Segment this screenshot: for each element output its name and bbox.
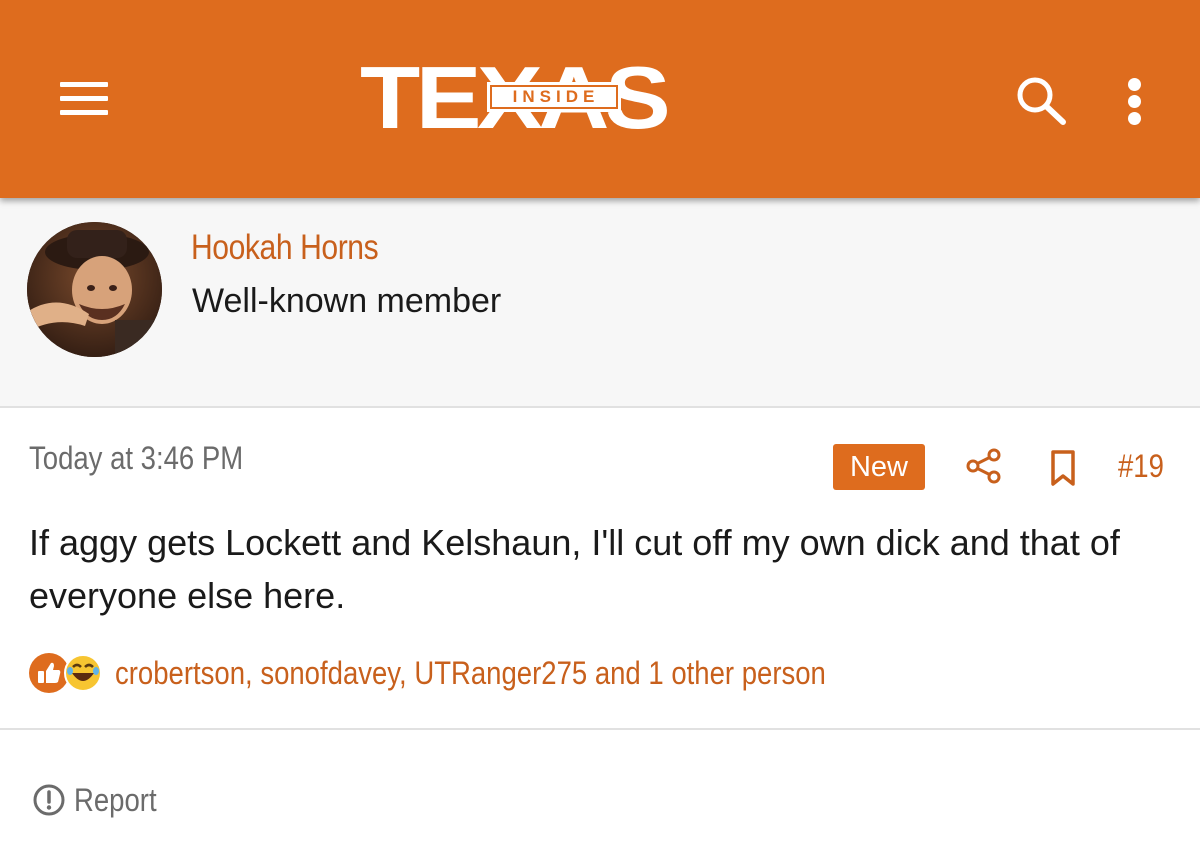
reactions-bar[interactable]: crobertson, sonofdavey, UTRanger275 and … [27, 651, 942, 695]
report-label: Report [74, 781, 157, 818]
share-button[interactable] [964, 446, 1004, 486]
post-author-panel: Hookah Horns Well-known member [0, 198, 1200, 408]
avatar-image [27, 222, 162, 357]
avatar[interactable] [27, 222, 162, 357]
search-button[interactable] [1008, 70, 1072, 130]
top-bar: TEXAS INSIDE [0, 0, 1200, 198]
new-badge: New [833, 444, 925, 490]
laughing-emoji-icon [64, 654, 102, 692]
search-icon [1017, 77, 1066, 125]
author-name-link[interactable]: Hookah Horns [191, 228, 379, 268]
vertical-dots-icon [1128, 95, 1141, 108]
author-user-title: Well-known member [192, 282, 502, 320]
bookmark-button[interactable] [1045, 448, 1081, 488]
post-content-panel: Today at 3:46 PM New #19 If aggy gets Lo… [0, 408, 1200, 730]
vertical-dots-icon [1128, 112, 1141, 125]
site-logo[interactable]: TEXAS INSIDE [360, 54, 740, 142]
post-number-link[interactable]: #19 [1118, 448, 1164, 485]
alert-circle-icon [33, 784, 65, 816]
logo-badge: INSIDE [490, 85, 618, 109]
share-icon [966, 448, 1001, 484]
bookmark-icon [1051, 450, 1075, 486]
hamburger-menu-button[interactable] [48, 70, 120, 126]
report-button[interactable]: Report [32, 780, 170, 820]
menu-line [60, 110, 108, 115]
post-message-body: If aggy gets Lockett and Kelshaun, I'll … [29, 522, 1120, 616]
menu-line [60, 96, 108, 101]
post-timestamp[interactable]: Today at 3:46 PM [29, 440, 243, 477]
reaction-icons [27, 651, 107, 695]
menu-line [60, 82, 108, 87]
reaction-user-list[interactable]: crobertson, sonofdavey, UTRanger275 and … [115, 655, 826, 692]
more-options-button[interactable] [1110, 70, 1160, 130]
vertical-dots-icon [1128, 78, 1141, 91]
